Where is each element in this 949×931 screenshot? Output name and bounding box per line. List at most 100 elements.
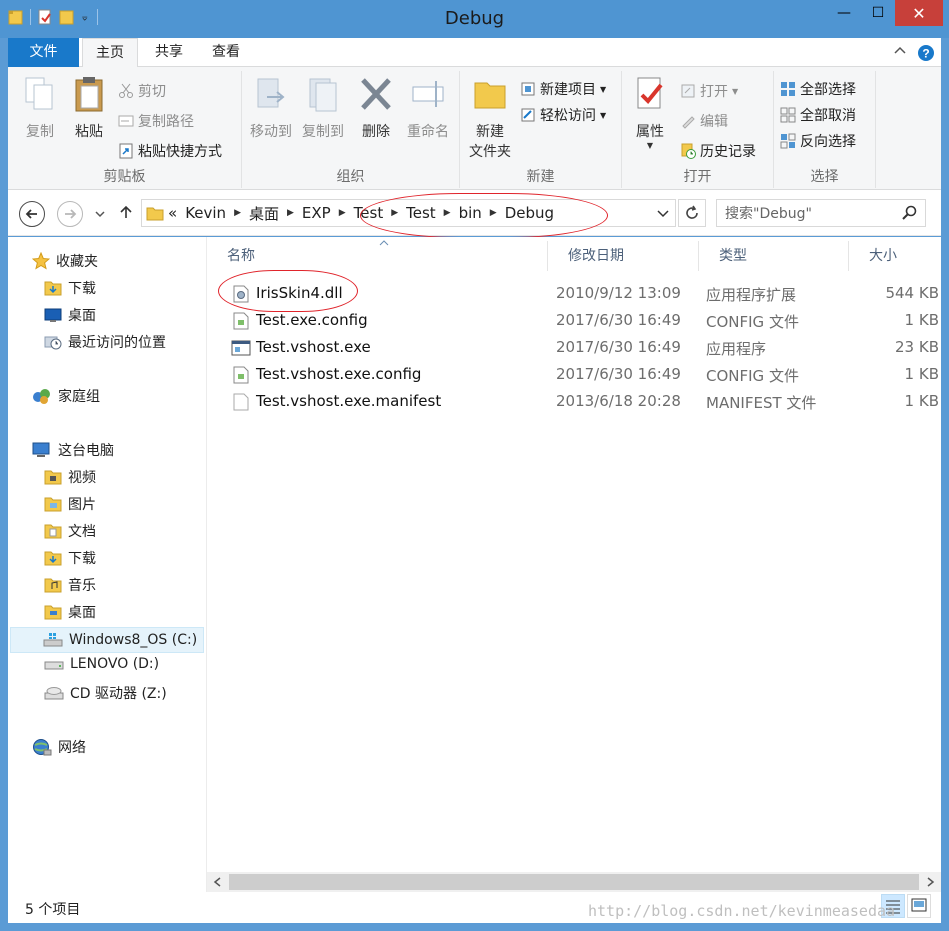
column-header-size[interactable]: 大小 xyxy=(849,241,941,271)
breadcrumb-separator-icon[interactable]: ▶ xyxy=(283,208,298,218)
search-input[interactable]: 搜索"Debug" xyxy=(716,199,926,227)
move-to-button[interactable]: 移动到 xyxy=(246,75,296,141)
maximize-button[interactable]: ☐ xyxy=(861,0,895,26)
edit-label: 编辑 xyxy=(700,114,728,130)
sidebar-item-homegroup[interactable]: 家庭组 xyxy=(32,386,100,406)
tab-share[interactable]: 共享 xyxy=(140,38,198,67)
chevron-down-icon: ▼ xyxy=(732,86,739,96)
sidebar-item-this-pc[interactable]: 这台电脑 xyxy=(32,440,114,460)
copy-label: 复制 xyxy=(26,124,54,140)
sidebar-item-network[interactable]: 网络 xyxy=(32,737,86,757)
cut-button[interactable]: 剪切 xyxy=(118,81,166,101)
chevron-down-icon[interactable] xyxy=(657,209,669,219)
rename-label: 重命名 xyxy=(407,124,449,140)
delete-button[interactable]: 删除 xyxy=(356,75,396,141)
table-row[interactable]: Test.vshost.exe.manifest 2013/6/18 20:28… xyxy=(207,388,941,415)
file-date: 2017/6/30 16:49 xyxy=(556,311,681,329)
clipboard-group-label: 剪贴板 xyxy=(103,169,146,185)
sidebar-label: 桌面 xyxy=(68,308,96,324)
paste-shortcut-button[interactable]: 粘贴快捷方式 xyxy=(118,141,222,161)
windows-drive-icon xyxy=(43,633,63,647)
watermark-text: http://blog.csdn.net/kevinmeasedaa xyxy=(588,902,896,920)
copy-button[interactable]: 复制 xyxy=(18,75,62,141)
sidebar-item-videos[interactable]: 视频 xyxy=(44,467,96,487)
column-header-name[interactable]: 名称 xyxy=(207,240,548,271)
copy-path-button[interactable]: 复制路径 xyxy=(118,111,194,131)
column-header-type[interactable]: 类型 xyxy=(699,241,849,271)
move-to-label: 移动到 xyxy=(250,124,292,140)
sidebar-item-music[interactable]: 音乐 xyxy=(44,575,96,595)
chevron-up-icon[interactable] xyxy=(893,44,907,58)
tab-view[interactable]: 查看 xyxy=(198,38,254,67)
arrow-up-icon[interactable] xyxy=(118,204,134,220)
open-icon xyxy=(681,84,695,98)
sidebar-item-favorites[interactable]: 收藏夹 xyxy=(32,251,98,271)
sidebar-label: 收藏夹 xyxy=(56,254,98,270)
open-button[interactable]: 打开 ▼ xyxy=(680,81,738,101)
column-size-label: 大小 xyxy=(869,248,897,264)
select-group: 全部选择 全部取消 反向选择 选择 xyxy=(774,71,876,188)
breadcrumb-item[interactable]: 桌面 xyxy=(245,203,283,224)
breadcrumb-separator-icon[interactable]: ▶ xyxy=(335,208,350,218)
file-size: 1 KB xyxy=(904,365,939,383)
help-icon[interactable]: ? xyxy=(917,44,935,62)
paste-button[interactable]: 粘贴 xyxy=(68,75,110,141)
copy-path-label: 复制路径 xyxy=(138,114,194,130)
new-folder-button[interactable]: 新建 文件夹 xyxy=(466,75,514,161)
breadcrumb-item[interactable]: EXP xyxy=(298,204,335,222)
sidebar-item-desktop-pc[interactable]: 桌面 xyxy=(44,602,96,622)
invert-selection-button[interactable]: 反向选择 xyxy=(780,131,856,151)
back-button[interactable] xyxy=(19,201,45,227)
sidebar-item-recent[interactable]: 最近访问的位置 xyxy=(44,332,166,352)
close-button[interactable]: ✕ xyxy=(895,0,943,26)
breadcrumb-item[interactable]: Kevin xyxy=(181,204,230,222)
tab-file[interactable]: 文件 xyxy=(8,38,79,67)
computer-icon xyxy=(32,442,50,457)
refresh-button[interactable] xyxy=(678,199,706,227)
sidebar-item-documents[interactable]: 文档 xyxy=(44,521,96,541)
breadcrumb-separator-icon[interactable]: ▶ xyxy=(230,208,245,218)
copy-to-label: 复制到 xyxy=(302,124,344,140)
file-name: Test.vshost.exe.config xyxy=(256,365,422,383)
rename-button[interactable]: 重命名 xyxy=(402,75,454,141)
scrollbar-thumb[interactable] xyxy=(229,874,919,890)
large-icons-view-button[interactable] xyxy=(907,894,931,918)
edit-button[interactable]: 编辑 xyxy=(680,111,728,131)
minimize-button[interactable]: — xyxy=(827,0,861,26)
properties-button[interactable]: 属性 ▼ xyxy=(628,75,672,150)
select-all-button[interactable]: 全部选择 xyxy=(780,79,856,99)
breadcrumb-overflow[interactable]: « xyxy=(164,204,181,222)
sidebar-label: 视频 xyxy=(68,470,96,486)
horizontal-scrollbar[interactable] xyxy=(207,872,941,892)
column-header-date[interactable]: 修改日期 xyxy=(548,241,699,271)
sidebar-item-desktop[interactable]: 桌面 xyxy=(44,305,96,325)
history-icon xyxy=(681,143,696,159)
sort-ascending-icon xyxy=(379,240,389,246)
sidebar-item-pictures[interactable]: 图片 xyxy=(44,494,96,514)
scroll-right-icon[interactable] xyxy=(927,877,935,887)
paste-shortcut-label: 粘贴快捷方式 xyxy=(138,144,222,160)
refresh-icon xyxy=(686,205,698,219)
tab-home[interactable]: 主页 xyxy=(82,38,138,68)
forward-button[interactable] xyxy=(57,201,83,227)
new-item-button[interactable]: 新建项目 ▼ xyxy=(520,79,606,99)
easy-access-button[interactable]: 轻松访问 ▼ xyxy=(520,105,606,125)
select-none-button[interactable]: 全部取消 xyxy=(780,105,856,125)
sidebar-item-drive-c[interactable]: Windows8_OS (C:) xyxy=(10,627,204,653)
sidebar-label: 下载 xyxy=(68,281,96,297)
table-row[interactable]: Test.vshost.exe 2017/6/30 16:49 应用程序 23 … xyxy=(207,334,941,361)
sidebar-item-downloads-pc[interactable]: 下载 xyxy=(44,548,96,568)
file-name: Test.vshost.exe xyxy=(256,338,371,356)
scroll-left-icon[interactable] xyxy=(213,877,221,887)
sidebar-item-drive-d[interactable]: LENOVO (D:) xyxy=(44,656,159,672)
sidebar-item-drive-z[interactable]: CD 驱动器 (Z:) xyxy=(44,683,167,703)
clipboard-group: 复制 粘贴 剪切 复制路径 粘贴快捷方式 剪贴板 xyxy=(8,71,242,188)
organize-group-label: 组织 xyxy=(336,169,365,185)
table-row[interactable]: Test.vshost.exe.config 2017/6/30 16:49 C… xyxy=(207,361,941,388)
copy-to-button[interactable]: 复制到 xyxy=(298,75,348,141)
open-label: 打开 xyxy=(700,84,728,100)
chevron-down-icon[interactable] xyxy=(95,209,105,219)
select-none-icon xyxy=(780,107,796,123)
history-button[interactable]: 历史记录 xyxy=(680,141,756,161)
sidebar-item-downloads[interactable]: 下载 xyxy=(44,278,96,298)
